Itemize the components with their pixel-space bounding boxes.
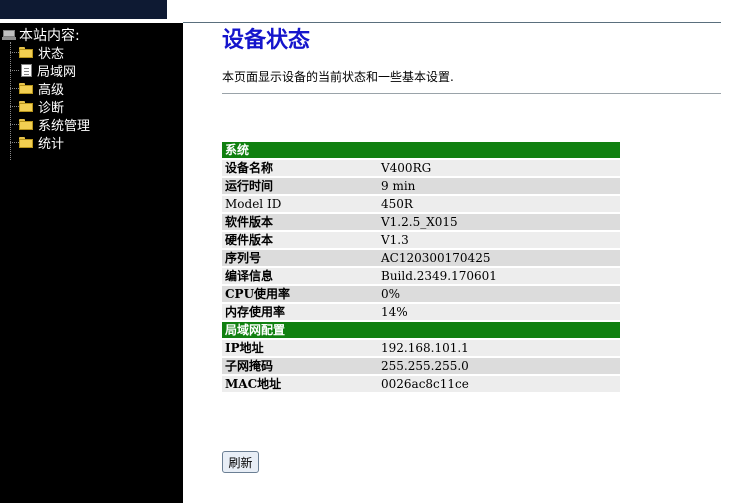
folder-icon [19,136,33,148]
row-label: CPU使用率 [222,286,378,302]
table-row: 序列号 AC120300170425 [222,250,620,266]
folder-icon [19,82,33,94]
sidebar-item-label: 局域网 [37,64,77,80]
section-header-lan: 局域网配置 [222,322,620,338]
table-row: 运行时间 9 min [222,178,620,194]
sidebar-item-label: 诊断 [38,100,65,116]
row-value: 450R [378,196,620,212]
refresh-button[interactable]: 刷新 [222,451,259,473]
section-title: 局域网配置 [222,322,620,338]
table-row: 硬件版本 V1.3 [222,232,620,248]
page-title: 设备状态 [222,28,311,53]
row-label: 软件版本 [222,214,378,230]
sidebar-item-advanced[interactable]: 高级 [10,79,65,98]
row-label: IP地址 [222,340,378,356]
computer-icon [2,30,16,40]
row-value: 255.255.255.0 [378,358,620,374]
sidebar-item-label: 高级 [38,82,65,98]
table-row: 子网掩码 255.255.255.0 [222,358,620,374]
section-header-system: 系统 [222,142,620,158]
table-row: MAC地址 0026ac8c11ce [222,376,620,392]
row-label: 硬件版本 [222,232,378,248]
sidebar: 本站内容: 状态 局域网 高级 诊断 系统管理 统计 [0,23,183,503]
folder-icon [19,118,33,130]
row-value: 9 min [378,178,620,194]
row-value: 192.168.101.1 [378,340,620,356]
row-label: 内存使用率 [222,304,378,320]
row-label: 设备名称 [222,160,378,176]
sidebar-root[interactable]: 本站内容: [2,26,80,44]
description-divider [222,93,721,94]
row-value: V1.2.5_X015 [378,214,620,230]
folder-icon [19,46,33,58]
sidebar-item-diagnostics[interactable]: 诊断 [10,97,65,116]
row-value: V400RG [378,160,620,176]
row-label: Model ID [222,196,378,212]
table-row: IP地址 192.168.101.1 [222,340,620,356]
top-banner [0,0,167,19]
document-icon [21,63,32,77]
row-label: 运行时间 [222,178,378,194]
table-row: 设备名称 V400RG [222,160,620,176]
table-row: 内存使用率 14% [222,304,620,320]
table-row: CPU使用率 0% [222,286,620,302]
page-description: 本页面显示设备的当前状态和一些基本设置. [222,70,454,84]
sidebar-item-label: 系统管理 [38,118,91,134]
status-table: 系统 设备名称 V400RG 运行时间 9 min Model ID 450R … [222,140,620,394]
sidebar-item-system-admin[interactable]: 系统管理 [10,115,91,134]
table-row: 编译信息 Build.2349.170601 [222,268,620,284]
section-title: 系统 [222,142,620,158]
row-value: 0% [378,286,620,302]
row-label: 子网掩码 [222,358,378,374]
row-label: 编译信息 [222,268,378,284]
sidebar-item-label: 统计 [38,136,65,152]
row-label: 序列号 [222,250,378,266]
table-row: 软件版本 V1.2.5_X015 [222,214,620,230]
row-value: AC120300170425 [378,250,620,266]
row-value: 14% [378,304,620,320]
sidebar-item-label: 状态 [38,46,65,62]
sidebar-item-statistics[interactable]: 统计 [10,133,65,152]
folder-icon [19,100,33,112]
row-value: Build.2349.170601 [378,268,620,284]
row-value: V1.3 [378,232,620,248]
row-label: MAC地址 [222,376,378,392]
table-row: Model ID 450R [222,196,620,212]
sidebar-item-lan[interactable]: 局域网 [10,61,77,80]
sidebar-item-status[interactable]: 状态 [10,43,65,62]
row-value: 0026ac8c11ce [378,376,620,392]
